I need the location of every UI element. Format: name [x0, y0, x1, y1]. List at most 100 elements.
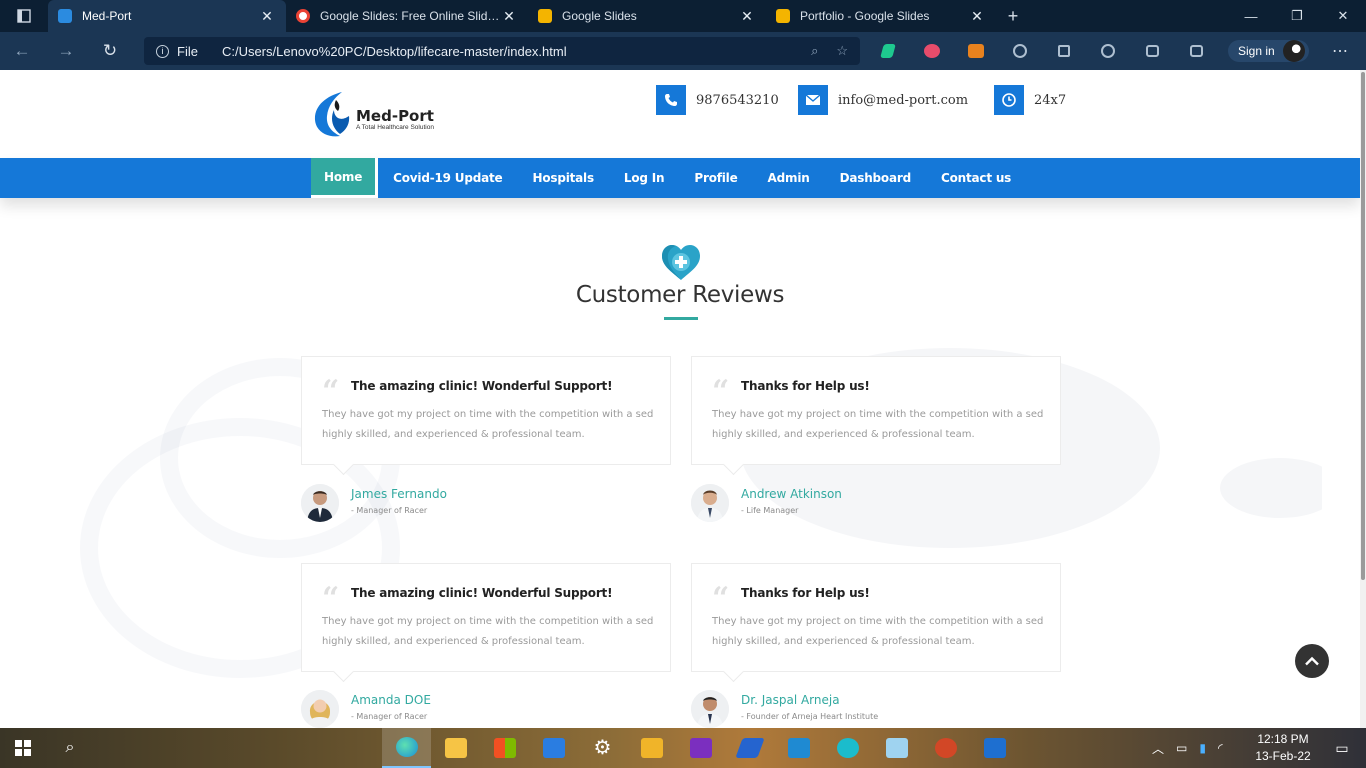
contact-hours: 24x7 — [994, 85, 1066, 115]
windows-taskbar: ⌕ ⚙ ︿ ▭ ▮ ◜ 12:18 PM 13-Feb-22 ▭ — [0, 728, 1366, 768]
section-title: Customer Reviews — [575, 282, 785, 308]
close-tab-icon[interactable]: ✕ — [968, 8, 986, 25]
close-tab-icon[interactable]: ✕ — [738, 8, 756, 25]
scroll-to-top-button[interactable] — [1295, 644, 1329, 678]
quote-icon: “ — [712, 374, 730, 409]
slides-favicon-icon — [776, 9, 790, 23]
battery-icon[interactable]: ▭ — [1176, 741, 1187, 755]
vscode-icon[interactable] — [774, 728, 823, 768]
forward-icon[interactable]: → — [44, 32, 88, 70]
slides-favicon-icon — [538, 9, 552, 23]
review-headline: Thanks for Help us! — [741, 586, 870, 600]
page-scrollbar[interactable] — [1360, 70, 1366, 728]
add-favorite-icon[interactable]: ☆ — [836, 43, 848, 59]
canva-icon[interactable] — [823, 728, 872, 768]
minimize-icon[interactable]: — — [1228, 0, 1274, 32]
powerpoint-icon[interactable] — [921, 728, 970, 768]
nav-contact-us[interactable]: Contact us — [926, 158, 1026, 198]
windows-logo-icon — [15, 740, 31, 756]
contact-phone: 9876543210 — [656, 85, 779, 115]
email-address[interactable]: info@med-port.com — [838, 93, 968, 108]
tab-actions-icon[interactable] — [0, 0, 48, 32]
chevron-up-icon[interactable]: ︿ — [1152, 740, 1164, 757]
refresh-icon[interactable]: ↻ — [88, 32, 132, 70]
sign-in-button[interactable]: Sign in — [1228, 40, 1309, 62]
author-name: Dr. Jaspal Arneja — [741, 693, 840, 707]
close-tab-icon[interactable]: ✕ — [258, 8, 276, 25]
address-bar[interactable]: i File C:/Users/Lenovo%20PC/Desktop/life… — [144, 37, 860, 65]
notifications-icon[interactable]: ▭ — [1318, 728, 1366, 768]
pen-icon[interactable]: ▮ — [1199, 741, 1206, 755]
tab-google-slides-free[interactable]: Google Slides: Free Online Slides ✕ — [286, 0, 528, 32]
media-player-icon[interactable] — [970, 728, 1019, 768]
web-capture-icon[interactable] — [1130, 32, 1174, 70]
edge-icon[interactable] — [382, 728, 431, 768]
review-headline: The amazing clinic! Wonderful Support! — [351, 379, 613, 393]
nav-login[interactable]: Log In — [609, 158, 679, 198]
logo-name: Med-Port — [356, 107, 434, 125]
files-icon[interactable] — [627, 728, 676, 768]
metamask-icon[interactable] — [954, 32, 998, 70]
close-window-icon[interactable]: ✕ — [1320, 0, 1366, 32]
info-icon[interactable]: i — [156, 44, 169, 58]
extension-f-icon[interactable] — [866, 32, 910, 70]
nav-covid-update[interactable]: Covid-19 Update — [378, 158, 517, 198]
phone-icon — [656, 85, 686, 115]
nav-profile[interactable]: Profile — [679, 158, 752, 198]
todo-icon[interactable] — [725, 728, 774, 768]
review-card: “ Thanks for Help us! They have got my p… — [691, 563, 1061, 672]
quote-icon: “ — [712, 581, 730, 616]
url-text[interactable]: C:/Users/Lenovo%20PC/Desktop/lifecare-ma… — [222, 44, 811, 59]
shield-favicon-icon — [58, 9, 72, 23]
author-name: Andrew Atkinson — [741, 487, 842, 501]
tab-med-port[interactable]: Med-Port ✕ — [48, 0, 286, 32]
window-controls: — ❐ ✕ — [1228, 0, 1366, 32]
tab-google-slides[interactable]: Google Slides ✕ — [528, 0, 766, 32]
restore-icon[interactable]: ❐ — [1274, 0, 1320, 32]
file-explorer-icon[interactable] — [431, 728, 480, 768]
author-role: - Life Manager — [741, 506, 799, 515]
search-icon[interactable]: ⌕ — [46, 728, 94, 768]
review-body: They have got my project on time with th… — [322, 409, 654, 440]
favorites-icon[interactable] — [1042, 32, 1086, 70]
taskbar-clock[interactable]: 12:18 PM 13-Feb-22 — [1250, 731, 1316, 765]
nav-admin[interactable]: Admin — [753, 158, 825, 198]
zoom-icon[interactable]: ⌕ — [811, 43, 818, 59]
review-author: Dr. Jaspal Arneja - Founder of Arneja He… — [691, 690, 991, 728]
site-logo[interactable]: Med-Port A Total Healthcare Solution — [312, 90, 472, 140]
tab-title: Med-Port — [82, 9, 132, 23]
nav-hospitals[interactable]: Hospitals — [517, 158, 608, 198]
author-role: - Manager of Racer — [351, 506, 428, 515]
back-icon[interactable]: ← — [0, 32, 44, 70]
onenote-icon[interactable] — [676, 728, 725, 768]
url-scheme-label: File — [177, 43, 198, 59]
avatar — [691, 484, 729, 522]
tab-title: Google Slides — [562, 9, 637, 23]
more-icon[interactable]: ⋯ — [1322, 32, 1358, 70]
nav-home[interactable]: Home — [311, 158, 379, 198]
new-tab-button[interactable]: + — [996, 6, 1030, 27]
review-author: Andrew Atkinson - Life Manager — [691, 484, 991, 524]
mail-icon[interactable] — [529, 728, 578, 768]
nav-dashboard[interactable]: Dashboard — [825, 158, 926, 198]
quote-icon: “ — [322, 374, 340, 409]
review-card: “ The amazing clinic! Wonderful Support!… — [301, 356, 671, 465]
tab-portfolio-slides[interactable]: Portfolio - Google Slides ✕ — [766, 0, 996, 32]
main-navigation: Home Covid-19 Update Hospitals Log In Pr… — [0, 158, 1360, 198]
start-button[interactable] — [0, 728, 46, 768]
phone-number[interactable]: 9876543210 — [696, 93, 779, 108]
settings-icon[interactable]: ⚙ — [578, 728, 627, 768]
downloads-icon[interactable] — [1086, 32, 1130, 70]
logo-mark-icon — [314, 92, 350, 137]
review-card: “ Thanks for Help us! They have got my p… — [691, 356, 1061, 465]
review-body: They have got my project on time with th… — [712, 616, 1044, 647]
extension-badge-icon[interactable] — [910, 32, 954, 70]
grammar-icon[interactable] — [998, 32, 1042, 70]
wifi-icon[interactable]: ◜ — [1218, 741, 1223, 755]
notepad-icon[interactable] — [872, 728, 921, 768]
clock-time: 12:18 PM — [1257, 732, 1309, 746]
author-role: - Founder of Arneja Heart Institute — [741, 712, 879, 721]
close-tab-icon[interactable]: ✕ — [500, 8, 518, 25]
share-icon[interactable] — [1174, 32, 1218, 70]
microsoft-store-icon[interactable] — [480, 728, 529, 768]
